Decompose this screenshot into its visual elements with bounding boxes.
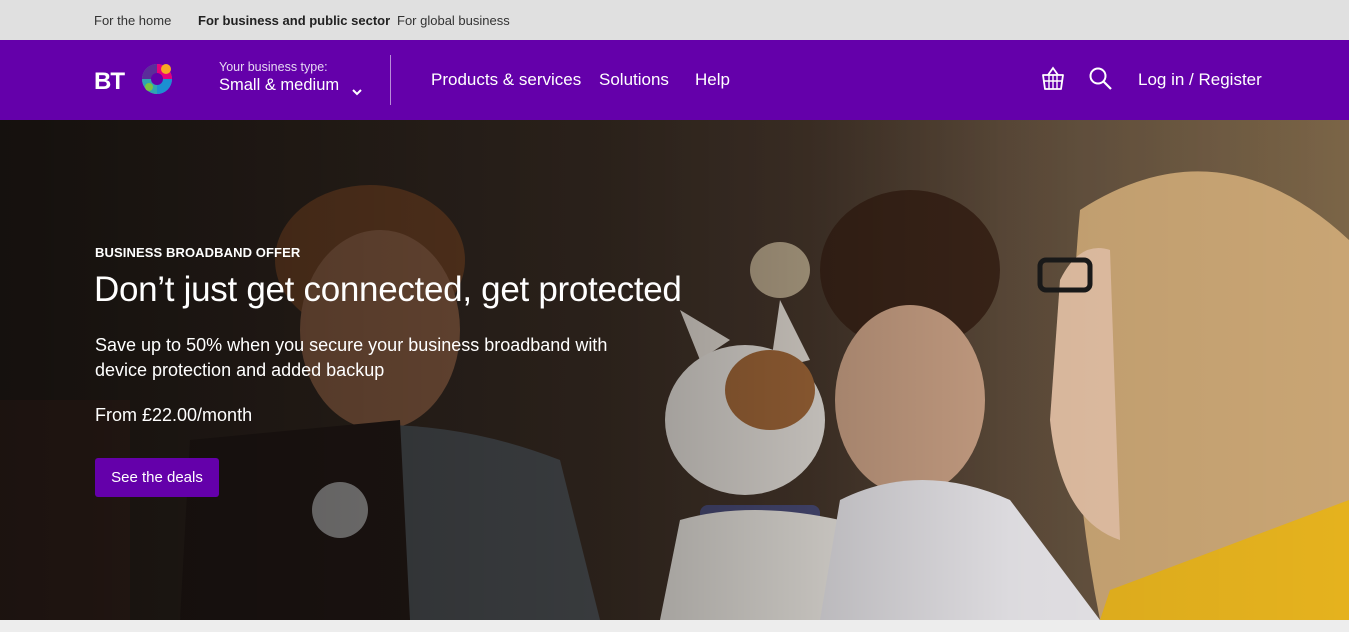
offer-eyebrow: BUSINESS BROADBAND OFFER	[95, 245, 301, 260]
hero-headline: Don’t just get connected, get protected	[94, 270, 682, 309]
nav-divider	[390, 55, 391, 105]
hero-subtext: Save up to 50% when you secure your busi…	[95, 335, 608, 380]
see-the-deals-button[interactable]: See the deals	[95, 458, 219, 497]
page-bottom-strip	[0, 620, 1349, 632]
business-type-label: Your business type:	[219, 60, 328, 74]
business-type-value: Small & medium	[219, 76, 340, 94]
nav-products-services[interactable]: Products & services	[431, 70, 581, 90]
bt-logo[interactable]: BT	[94, 56, 184, 104]
nav-solutions[interactable]: Solutions	[599, 70, 669, 90]
chevron-down-icon	[352, 89, 362, 96]
audience-bar: For the home For business and public sec…	[0, 0, 1349, 40]
link-for-the-home[interactable]: For the home	[94, 13, 171, 28]
link-for-business[interactable]: For business and public sector	[198, 13, 390, 28]
link-for-global-business[interactable]: For global business	[397, 13, 510, 28]
basket-icon[interactable]	[1040, 66, 1066, 92]
main-nav: BT Your business type: Small & medium Pr…	[0, 40, 1349, 120]
bt-globe-icon	[142, 64, 172, 94]
nav-help[interactable]: Help	[695, 70, 730, 90]
login-register-link[interactable]: Log in / Register	[1138, 70, 1262, 90]
hero-price: From £22.00/month	[95, 405, 253, 425]
business-type-selector[interactable]: Your business type: Small & medium	[219, 60, 362, 96]
hero-banner: BUSINESS BROADBAND OFFER Don’t just get …	[0, 120, 1349, 620]
search-icon[interactable]	[1088, 66, 1114, 92]
